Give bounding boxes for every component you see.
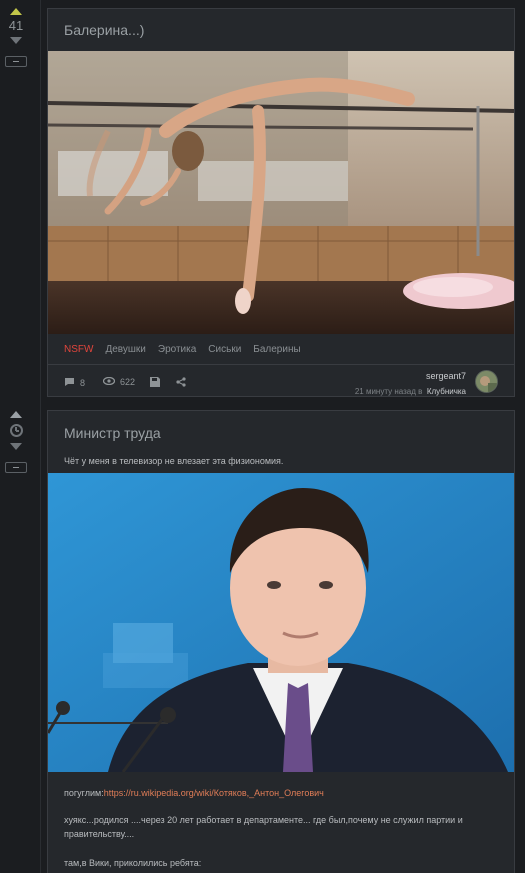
views-counter: 622 (102, 376, 136, 387)
comments-count: 8 (80, 378, 86, 388)
ballerina-photo[interactable] (48, 51, 514, 334)
eye-icon (102, 376, 116, 387)
feed: 41 Балерина...) NSFW Девушки Эротика Сис… (0, 0, 525, 873)
author-name[interactable]: sergeant7 (355, 371, 466, 381)
minister-image (48, 473, 514, 772)
save-button[interactable] (150, 377, 165, 389)
wikipedia-link[interactable]: https://ru.wikipedia.org/wiki/Котяков,_А… (104, 788, 324, 798)
collapse-button[interactable] (5, 462, 27, 473)
tag-item[interactable]: Сиськи (208, 344, 241, 355)
story-lead-text: Чёт у меня в телевизор не влезает эта фи… (64, 456, 284, 466)
upvote-icon[interactable] (10, 8, 22, 15)
tag-item[interactable]: Девушки (105, 344, 145, 355)
story-card: Министр труда Чёт у меня в телевизор не … (47, 410, 515, 873)
tag-nsfw[interactable]: NSFW (64, 344, 93, 355)
save-icon (150, 377, 160, 389)
story-footer: 8 622 sergeant7 21 минуту назад в Клубни… (48, 366, 514, 398)
divider-line (40, 0, 41, 873)
story-paragraph: хуякс...родился ....через 20 лет работае… (64, 815, 463, 839)
views-count: 622 (120, 377, 136, 387)
story-title[interactable]: Балерина...) (48, 21, 160, 39)
author-block: sergeant7 21 минуту назад в Клубничка (355, 371, 466, 399)
post-rating: 41 (8, 18, 24, 33)
collapse-button[interactable] (5, 56, 27, 67)
avatar[interactable] (475, 370, 498, 393)
ballerina-image (48, 51, 514, 334)
googled-label: погуглим: (64, 788, 104, 798)
vote-rail-post-2 (0, 411, 32, 473)
story-paragraph: там,в Вики, приколились ребята: (64, 858, 202, 868)
googled-line: погуглим:https://ru.wikipedia.org/wiki/К… (64, 786, 496, 800)
minister-photo[interactable] (48, 473, 514, 772)
story-card: Балерина...) NSFW Девушки Эротика Сиськи… (47, 8, 515, 397)
upvote-icon[interactable] (10, 411, 22, 418)
tag-item[interactable]: Эротика (158, 344, 196, 355)
vote-rail-post-1: 41 (0, 8, 32, 67)
tag-item[interactable]: Балерины (253, 344, 300, 355)
comment-icon (64, 377, 75, 389)
share-icon (176, 377, 186, 389)
share-button[interactable] (176, 377, 191, 389)
downvote-icon[interactable] (10, 443, 22, 450)
footer-divider (48, 364, 514, 365)
downvote-icon[interactable] (10, 37, 22, 44)
story-title[interactable]: Министр труда (48, 424, 177, 442)
tag-list: NSFW Девушки Эротика Сиськи Балерины (64, 344, 313, 355)
clock-icon (9, 424, 23, 437)
community-link[interactable]: Клубничка (427, 387, 466, 396)
comments-button[interactable]: 8 (64, 377, 85, 389)
post-time: 21 минуту назад в (354, 387, 423, 396)
